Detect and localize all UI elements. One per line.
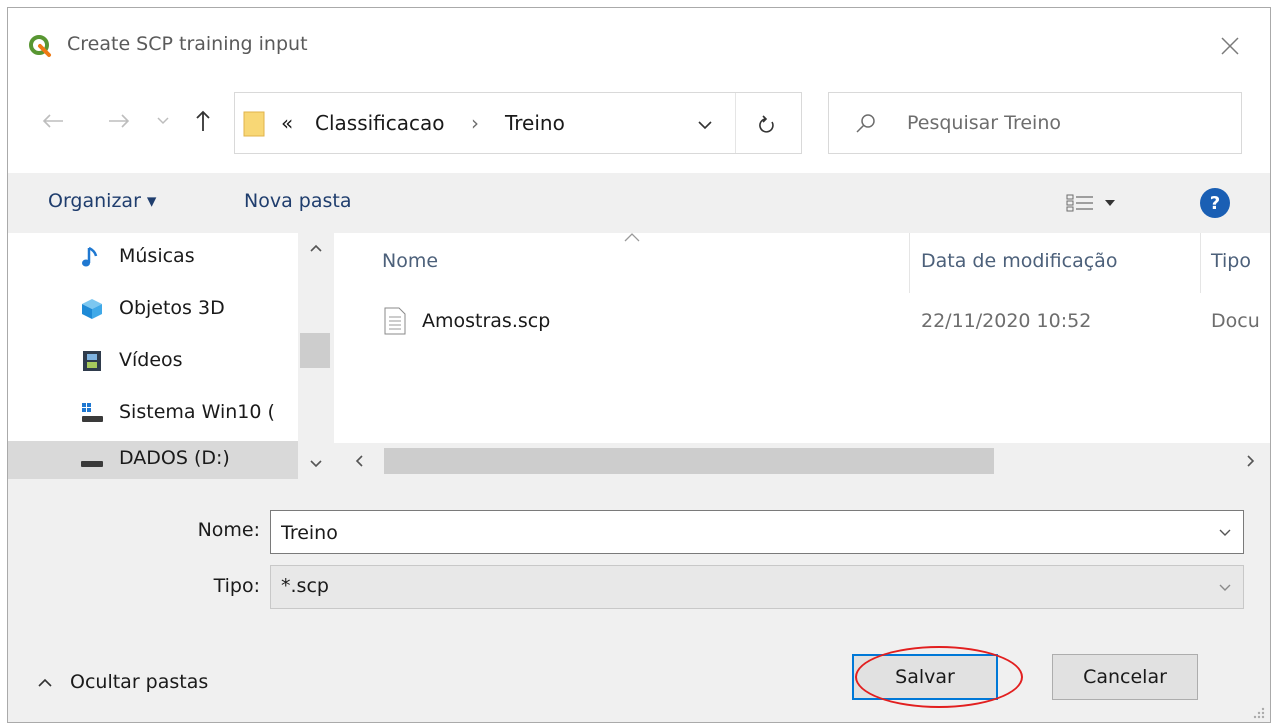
close-icon bbox=[1221, 37, 1239, 55]
chevron-down-icon bbox=[1219, 529, 1231, 536]
new-folder-button[interactable]: Nova pasta bbox=[244, 190, 351, 212]
sidebar-item-label: Músicas bbox=[119, 245, 195, 267]
cancel-button[interactable]: Cancelar bbox=[1052, 654, 1198, 700]
list-item[interactable]: Amostras.scp 22/11/2020 10:52 Docu bbox=[374, 301, 1270, 343]
forward-button[interactable] bbox=[104, 106, 134, 136]
refresh-button[interactable] bbox=[753, 111, 781, 139]
qgis-logo-icon bbox=[29, 35, 51, 57]
video-film-icon bbox=[83, 351, 101, 371]
sidebar-item-label: DADOS (D:) bbox=[119, 447, 230, 469]
up-button[interactable] bbox=[188, 106, 218, 136]
music-note-icon bbox=[82, 246, 98, 267]
back-button[interactable] bbox=[38, 106, 68, 136]
save-form: Nome: Tipo: *.scp Ocultar pastas Salvar … bbox=[8, 479, 1270, 722]
sidebar-item-musicas[interactable]: Músicas bbox=[8, 233, 298, 283]
scroll-left-button[interactable] bbox=[342, 443, 376, 479]
address-divider bbox=[735, 93, 736, 153]
sidebar-item-dados[interactable]: DADOS (D:) bbox=[8, 441, 298, 479]
file-name-label: Nome: bbox=[197, 519, 260, 541]
help-button[interactable]: ? bbox=[1200, 188, 1230, 218]
file-type-select[interactable]: *.scp bbox=[270, 565, 1244, 609]
file-type-value: *.scp bbox=[281, 575, 329, 597]
window-title: Create SCP training input bbox=[67, 33, 308, 55]
breadcrumb-item-classificacao[interactable]: Classificacao bbox=[315, 111, 445, 135]
search-icon bbox=[856, 114, 875, 133]
recent-locations-button[interactable] bbox=[148, 106, 178, 136]
close-button[interactable] bbox=[1210, 26, 1250, 66]
refresh-icon bbox=[759, 115, 774, 133]
sidebar-item-sistema-win10[interactable]: Sistema Win10 ( bbox=[8, 389, 298, 439]
sidebar-item-label: Vídeos bbox=[119, 349, 183, 371]
sidebar-item-videos[interactable]: Vídeos bbox=[8, 337, 298, 387]
view-options-icon bbox=[1066, 194, 1093, 212]
organize-button[interactable]: Organizar ▾ bbox=[48, 190, 156, 212]
save-file-dialog: Create SCP training input « Classificaca… bbox=[7, 7, 1271, 723]
file-name-dropdown-button[interactable] bbox=[1213, 521, 1237, 545]
search-input[interactable] bbox=[907, 107, 1227, 139]
view-options-button[interactable] bbox=[1066, 188, 1146, 218]
file-list: Nome Data de modificação Tipo Amostras.s… bbox=[334, 233, 1270, 479]
hide-folders-label: Ocultar pastas bbox=[70, 671, 209, 693]
column-header-type[interactable]: Tipo bbox=[1211, 250, 1251, 272]
sidebar-item-label: Objetos 3D bbox=[119, 297, 225, 319]
breadcrumb-overflow[interactable]: « bbox=[281, 111, 293, 135]
forward-arrow-icon bbox=[109, 114, 130, 128]
folder-icon bbox=[243, 111, 265, 137]
column-header-name[interactable]: Nome bbox=[382, 250, 438, 272]
system-drive-icon bbox=[82, 403, 103, 422]
sort-indicator-icon bbox=[624, 233, 640, 242]
up-arrow-icon bbox=[196, 110, 210, 131]
scroll-thumb[interactable] bbox=[384, 448, 994, 474]
breadcrumb-separator[interactable]: › bbox=[471, 111, 479, 135]
sidebar-vertical-scrollbar[interactable] bbox=[298, 233, 334, 479]
file-type-label: Tipo: bbox=[213, 575, 260, 597]
file-name: Amostras.scp bbox=[422, 310, 551, 332]
breadcrumb-item-treino[interactable]: Treino bbox=[505, 111, 565, 135]
column-header-date[interactable]: Data de modificação bbox=[921, 250, 1117, 272]
chevron-down-icon bbox=[310, 460, 322, 468]
file-name-combobox[interactable] bbox=[270, 510, 1244, 554]
scroll-thumb[interactable] bbox=[300, 333, 330, 368]
title-bar: Create SCP training input bbox=[8, 8, 1270, 78]
column-divider[interactable] bbox=[1200, 233, 1201, 293]
resize-grip-icon[interactable] bbox=[1250, 704, 1266, 720]
file-list-horizontal-scrollbar[interactable] bbox=[334, 443, 1270, 479]
column-divider[interactable] bbox=[909, 233, 910, 293]
navigation-bar: « Classificacao › Treino bbox=[8, 78, 1270, 173]
scroll-right-button[interactable] bbox=[1234, 443, 1268, 479]
chevron-down-icon bbox=[1219, 584, 1231, 591]
chevron-up-icon bbox=[38, 678, 52, 687]
chevron-down-icon bbox=[1105, 200, 1115, 206]
address-dropdown-button[interactable] bbox=[693, 113, 717, 137]
drive-icon bbox=[81, 461, 103, 467]
chevron-up-icon bbox=[310, 244, 322, 252]
command-toolbar: Organizar ▾ Nova pasta ? bbox=[8, 173, 1270, 233]
cube-3d-icon bbox=[82, 299, 102, 319]
file-type-dropdown-button[interactable] bbox=[1213, 576, 1237, 600]
scroll-up-button[interactable] bbox=[298, 233, 334, 263]
search-box[interactable] bbox=[828, 92, 1242, 154]
sidebar-item-objetos-3d[interactable]: Objetos 3D bbox=[8, 285, 298, 335]
file-date: 22/11/2020 10:52 bbox=[921, 310, 1092, 332]
chevron-down-icon bbox=[698, 120, 712, 129]
chevron-left-icon bbox=[355, 455, 363, 467]
address-bar[interactable]: « Classificacao › Treino bbox=[234, 92, 802, 154]
document-icon bbox=[384, 307, 406, 335]
browser-area: Músicas Objetos 3D Vídeos Sistema Win10 … bbox=[8, 233, 1270, 479]
sidebar-item-label: Sistema Win10 ( bbox=[119, 401, 275, 423]
chevron-down-icon bbox=[157, 117, 169, 125]
navigation-pane: Músicas Objetos 3D Vídeos Sistema Win10 … bbox=[8, 233, 334, 479]
scroll-down-button[interactable] bbox=[298, 449, 334, 479]
file-name-field[interactable] bbox=[281, 519, 1181, 547]
hide-folders-toggle[interactable]: Ocultar pastas bbox=[38, 667, 208, 697]
chevron-right-icon bbox=[1247, 455, 1255, 467]
back-arrow-icon bbox=[42, 114, 63, 128]
save-button[interactable]: Salvar bbox=[852, 654, 998, 700]
file-type: Docu bbox=[1211, 310, 1260, 332]
help-icon: ? bbox=[1209, 192, 1221, 214]
